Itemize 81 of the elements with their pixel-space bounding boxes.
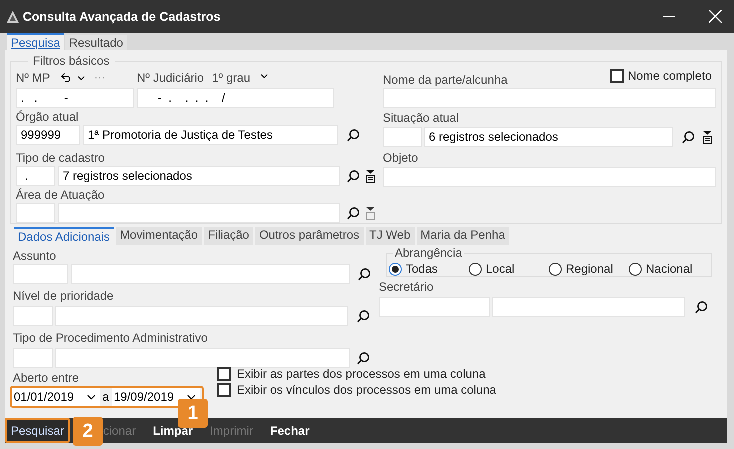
- input-field[interactable]: [383, 88, 716, 108]
- tab[interactable]: Resultado: [65, 35, 128, 50]
- tab[interactable]: Filiação: [204, 227, 254, 245]
- tab[interactable]: Pesquisa: [7, 33, 64, 50]
- field-label: Órgão atual: [16, 110, 79, 124]
- input-field[interactable]: [58, 203, 340, 223]
- radio-label: Regional: [566, 262, 614, 276]
- action-button[interactable]: Fechar: [270, 424, 310, 438]
- checkbox[interactable]: [217, 383, 231, 397]
- action-button[interactable]: Pesquisar: [5, 418, 70, 443]
- checkbox-label: Nome completo: [628, 69, 712, 83]
- field-label: Nome da parte/alcunha: [383, 73, 508, 87]
- radio-button[interactable]: [389, 262, 402, 276]
- input-field[interactable]: . . -: [16, 88, 134, 108]
- search-icon[interactable]: [347, 170, 360, 182]
- input-field[interactable]: [383, 167, 716, 187]
- input-field[interactable]: 1ª Promotoria de Justiça de Testes: [83, 125, 338, 145]
- filter-icon[interactable]: [366, 170, 375, 182]
- logo-icon: [7, 10, 19, 22]
- field-label: Tipo de cadastro: [16, 151, 105, 165]
- field-label: Nível de prioridade: [13, 289, 114, 303]
- search-icon[interactable]: [357, 352, 370, 364]
- field-label: Situação atual: [383, 111, 460, 125]
- radio-label: Local: [486, 262, 515, 276]
- input-field[interactable]: [55, 306, 348, 326]
- tab[interactable]: Maria da Penha: [416, 227, 510, 245]
- field-label: Tipo de Procedimento Administrativo: [13, 331, 208, 345]
- field-label: Nº MP: [16, 71, 50, 85]
- input-field[interactable]: [379, 297, 490, 317]
- field-label: Aberto entre: [13, 371, 80, 385]
- checkbox[interactable]: [217, 367, 231, 381]
- filter-icon[interactable]: [366, 206, 375, 220]
- search-icon[interactable]: [347, 128, 360, 142]
- search-icon[interactable]: [358, 268, 371, 280]
- input-field[interactable]: [13, 348, 53, 368]
- input-field[interactable]: 6 registros selecionados: [424, 127, 673, 147]
- input-field[interactable]: [492, 297, 685, 317]
- undo-icon[interactable]: [60, 72, 72, 84]
- callout-badge: 1: [178, 399, 208, 428]
- group-title: Abrangência: [394, 247, 464, 259]
- input-field[interactable]: - . . . . /: [137, 88, 334, 108]
- radio-label: Todas: [406, 262, 438, 276]
- field-label: Objeto: [383, 151, 418, 165]
- field-label: Secretário: [379, 280, 434, 294]
- radio-button[interactable]: [629, 262, 642, 276]
- input-field[interactable]: [16, 203, 55, 223]
- field-label: Assunto: [13, 249, 56, 263]
- degree-dropdown[interactable]: 1º grau: [212, 71, 250, 85]
- checkbox-label: Exibir as partes dos processos em uma coluna: [237, 367, 486, 381]
- search-icon[interactable]: [347, 206, 360, 220]
- field-label: Área de Atuação: [16, 188, 105, 202]
- search-icon[interactable]: [695, 300, 708, 314]
- input-field[interactable]: [71, 264, 350, 284]
- minimize-icon[interactable]: [663, 16, 675, 18]
- date-field[interactable]: 01/01/2019: [12, 388, 100, 406]
- input-field[interactable]: [13, 264, 68, 284]
- radio-button[interactable]: [469, 262, 482, 276]
- radio-label: Nacional: [646, 262, 693, 276]
- tab[interactable]: Outros parâmetros: [255, 227, 364, 245]
- tab[interactable]: Dados Adicionais: [14, 227, 114, 245]
- close-icon[interactable]: [709, 10, 722, 23]
- search-icon[interactable]: [682, 130, 695, 144]
- date-field[interactable]: 19/09/2019: [112, 388, 200, 406]
- callout-badge: 2: [73, 417, 103, 446]
- range-separator: a: [102, 390, 110, 404]
- search-icon[interactable]: [357, 310, 370, 322]
- input-field[interactable]: .: [16, 166, 55, 186]
- filter-icon[interactable]: [703, 130, 712, 144]
- radio-button[interactable]: [549, 262, 562, 276]
- input-field[interactable]: 999999: [16, 125, 80, 145]
- window-title: Consulta Avançada de Cadastros: [23, 10, 221, 24]
- input-field[interactable]: [13, 306, 53, 326]
- tab[interactable]: TJ Web: [366, 227, 415, 245]
- tab[interactable]: Movimentação: [116, 227, 202, 245]
- checkbox[interactable]: [610, 69, 624, 83]
- field-label: Nº Judiciário: [137, 71, 204, 85]
- group-title: Filtros básicos: [32, 54, 111, 68]
- input-field[interactable]: [383, 127, 422, 147]
- input-field[interactable]: [55, 348, 350, 368]
- checkbox-label: Exibir os vínculos dos processos em uma coluna: [237, 383, 496, 397]
- input-field[interactable]: 7 registros selecionados: [58, 166, 340, 186]
